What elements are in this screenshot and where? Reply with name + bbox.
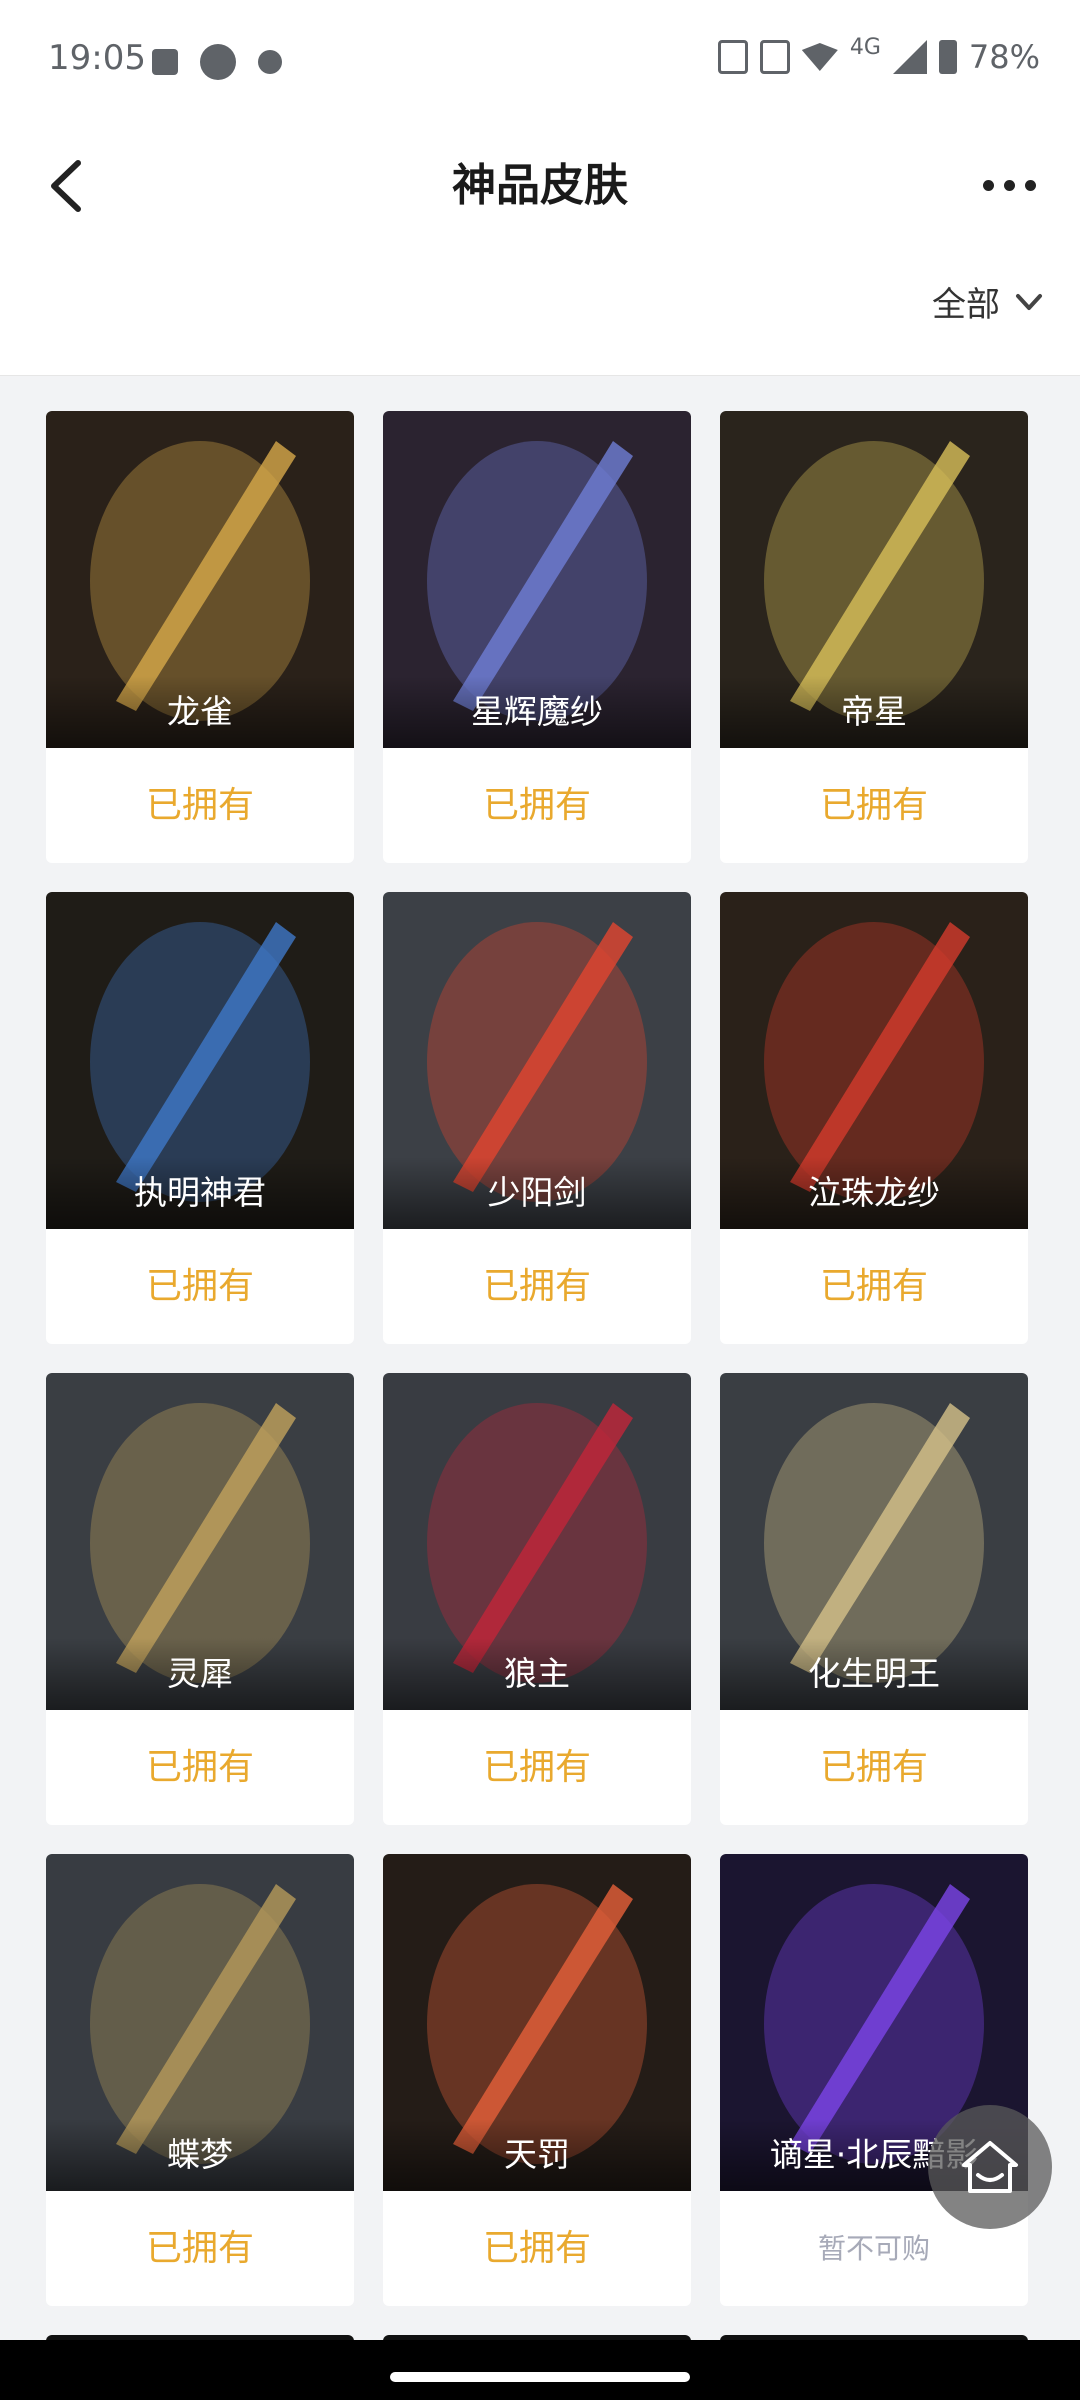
skin-card[interactable]: 天罚 已拥有	[383, 1854, 691, 2306]
skin-grid: 龙雀 已拥有 星辉魔纱 已拥有 帝星 已拥有 执明神君 已拥有 少阳剑 已拥有 泣珠龙纱 已拥有 灵犀已…	[46, 411, 1028, 2306]
ownership-status: 已拥有	[482, 1266, 591, 1307]
skin-card[interactable]: 谪星·北辰黯影 暂不可购	[720, 1854, 1028, 2306]
skin-name: 灵犀	[46, 1638, 354, 1710]
skin-thumbnail: 龙雀	[46, 411, 354, 748]
vibrate-icon	[717, 40, 748, 74]
filter-label: 全部	[932, 285, 1000, 325]
floating-home-button[interactable]	[928, 2105, 1052, 2229]
skin-card[interactable]: 狼主 已拥有	[383, 1373, 691, 1825]
skin-name: 执明神君	[46, 1157, 354, 1229]
skin-card[interactable]: 化生明王 已拥有	[720, 1373, 1028, 1825]
skin-thumbnail: 蝶梦	[46, 1854, 354, 2191]
skin-card[interactable]: 泣珠龙纱 已拥有	[720, 892, 1028, 1344]
skin-thumbnail: 化生明王	[720, 1373, 1028, 1710]
system-icons: 4G 78%	[717, 34, 1040, 76]
home-icon	[962, 2141, 1018, 2193]
network-type: 4G	[849, 34, 881, 60]
motorola-icon	[258, 50, 282, 74]
system-gesture-bar	[0, 2340, 1080, 2400]
skin-name: 泣珠龙纱	[720, 1157, 1028, 1229]
more-horizontal-icon	[982, 179, 994, 191]
wifi-icon	[801, 43, 838, 71]
ownership-status: 已拥有	[145, 785, 254, 826]
signal-icon	[892, 40, 927, 74]
skin-thumbnail: 天罚	[383, 1854, 691, 2191]
mail-icon	[152, 49, 178, 75]
skin-thumbnail: 星辉魔纱	[383, 411, 691, 748]
skin-name: 少阳剑	[383, 1157, 691, 1229]
status-time: 19:05	[48, 38, 146, 78]
ownership-status: 已拥有	[819, 1747, 928, 1788]
ownership-status: 已拥有	[145, 1266, 254, 1307]
navigation-bar: 神品皮肤	[0, 125, 1080, 255]
status-bar: 19:05 4G 78%	[0, 0, 1080, 125]
battery-icon	[938, 40, 957, 74]
battery-percent: 78%	[968, 38, 1040, 76]
ownership-status: 已拥有	[819, 1266, 928, 1307]
skin-card[interactable]: 星辉魔纱 已拥有	[383, 411, 691, 863]
skin-thumbnail: 泣珠龙纱	[720, 892, 1028, 1229]
calendar-icon	[200, 44, 236, 80]
filter-bar: 全部	[0, 255, 1080, 376]
ownership-status: 已拥有	[482, 785, 591, 826]
skin-thumbnail: 少阳剑	[383, 892, 691, 1229]
skin-card[interactable]: 蝶梦 已拥有	[46, 1854, 354, 2306]
skin-name: 蝶梦	[46, 2119, 354, 2191]
ownership-status: 已拥有	[482, 1747, 591, 1788]
skin-card[interactable]: 执明神君 已拥有	[46, 892, 354, 1344]
skin-card[interactable]: 龙雀 已拥有	[46, 411, 354, 863]
skin-name: 天罚	[383, 2119, 691, 2191]
skin-thumbnail: 灵犀	[46, 1373, 354, 1710]
home-gesture-handle[interactable]	[390, 2372, 690, 2382]
skin-name: 帝星	[720, 676, 1028, 748]
skin-card[interactable]: 灵犀 已拥有	[46, 1373, 354, 1825]
ownership-status: 已拥有	[482, 2228, 591, 2269]
skin-thumbnail: 执明神君	[46, 892, 354, 1229]
ownership-status: 已拥有	[145, 2228, 254, 2269]
skin-name: 龙雀	[46, 676, 354, 748]
skin-name: 星辉魔纱	[383, 676, 691, 748]
page-title: 神品皮肤	[452, 160, 628, 211]
skin-thumbnail: 帝星	[720, 411, 1028, 748]
ownership-status: 已拥有	[819, 785, 928, 826]
skin-card[interactable]: 少阳剑 已拥有	[383, 892, 691, 1344]
skin-card[interactable]: 帝星 已拥有	[720, 411, 1028, 863]
skin-name: 狼主	[383, 1638, 691, 1710]
notification-icons	[152, 44, 282, 80]
filter-dropdown[interactable]: 全部	[932, 277, 1044, 326]
ownership-status: 已拥有	[145, 1747, 254, 1788]
skin-thumbnail: 狼主	[383, 1373, 691, 1710]
nfc-icon	[759, 40, 790, 74]
skin-name: 化生明王	[720, 1638, 1028, 1710]
chevron-down-icon	[1016, 293, 1042, 310]
more-button[interactable]	[974, 165, 1044, 205]
